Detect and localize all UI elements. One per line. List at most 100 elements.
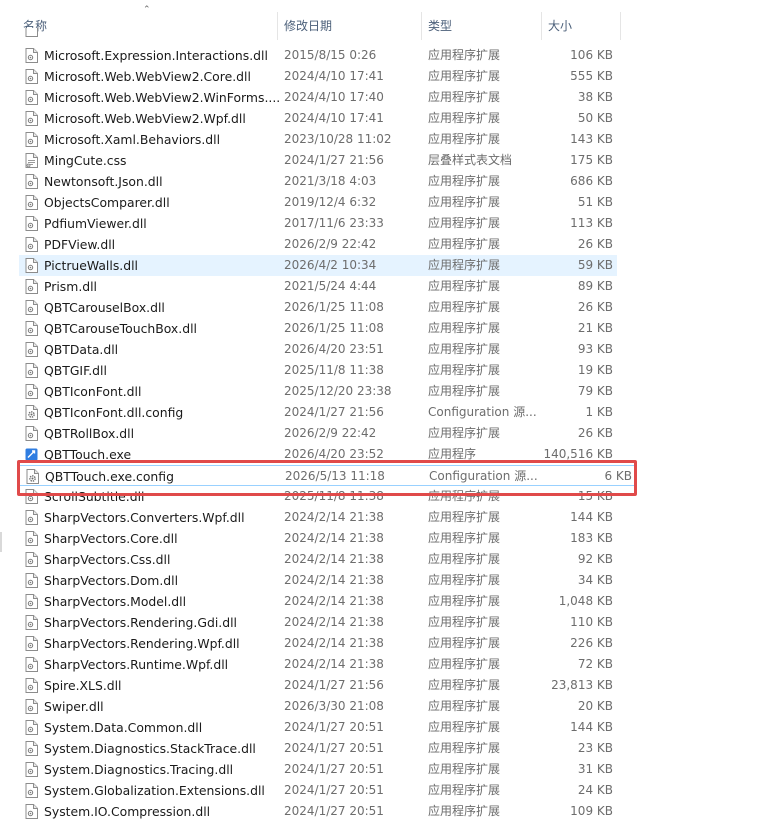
file-type: 应用程序扩展 (428, 174, 501, 188)
file-size: 6 KB (604, 469, 632, 483)
dll-file-icon (25, 195, 38, 210)
file-type: 应用程序扩展 (428, 636, 501, 650)
file-row[interactable]: SharpVectors.Dom.dll 2024/2/14 21:38 应用程序扩… (19, 570, 617, 591)
modified-date: 2024/1/27 20:51 (284, 720, 384, 734)
file-size: 38 KB (577, 90, 613, 104)
file-size: 79 KB (577, 384, 613, 398)
file-type: Configuration 源... (429, 469, 538, 483)
file-type: 应用程序扩展 (428, 489, 501, 503)
file-row[interactable]: Microsoft.Expression.Interactions.dll 201… (19, 45, 617, 66)
file-size: 31 KB (577, 762, 613, 776)
file-row[interactable]: Spire.XLS.dll 2024/1/27 21:56 应用程序扩展 23,813… (19, 675, 617, 696)
file-name: PictrueWalls.dll (44, 258, 138, 273)
file-row[interactable]: QBTTouch.exe.config 2026/5/13 11:18 Config… (19, 465, 637, 486)
file-row[interactable]: PictrueWalls.dll 2026/4/2 10:34 应用程序扩展 59 K… (19, 255, 617, 276)
file-size: 50 KB (577, 111, 613, 125)
file-row[interactable]: Microsoft.Xaml.Behaviors.dll 2023/10/28 1… (19, 129, 617, 150)
file-type: 应用程序扩展 (428, 48, 501, 62)
modified-date: 2024/2/14 21:38 (284, 531, 384, 545)
file-row[interactable]: PdfiumViewer.dll 2017/11/6 23:33 应用程序扩展 113… (19, 213, 617, 234)
file-row[interactable]: Microsoft.Web.WebView2.Core.dll 2024/4/10… (19, 66, 617, 87)
file-row[interactable]: ScrollSubtitle.dll 2025/11/8 11:38 应用程序扩展 1… (19, 486, 617, 507)
file-row[interactable]: QBTCarouselBox.dll 2026/1/25 11:08 应用程序扩展 2… (19, 297, 617, 318)
file-row[interactable]: Microsoft.Web.WebView2.WinForms.... 2024/… (19, 87, 617, 108)
file-row[interactable]: PDFView.dll 2026/2/9 22:42 应用程序扩展 26 KB (19, 234, 617, 255)
file-row[interactable]: QBTCarouseTouchBox.dll 2026/1/25 11:08 应用程… (19, 318, 617, 339)
file-size: 110 KB (570, 615, 613, 629)
file-name: Prism.dll (44, 279, 98, 294)
file-row[interactable]: Newtonsoft.Json.dll 2021/3/18 4:03 应用程序扩展 6… (19, 171, 617, 192)
dll-file-icon (25, 90, 38, 105)
file-type: 应用程序扩展 (428, 531, 501, 545)
modified-date: 2024/1/27 20:51 (284, 804, 384, 818)
dll-file-icon (25, 657, 38, 672)
file-row[interactable]: QBTData.dll 2026/4/20 23:51 应用程序扩展 93 KB (19, 339, 617, 360)
file-size: 15 KB (577, 489, 613, 503)
file-row[interactable]: SharpVectors.Model.dll 2024/2/14 21:38 应用程… (19, 591, 617, 612)
file-name: PDFView.dll (44, 237, 116, 252)
file-name: SharpVectors.Rendering.Gdi.dll (44, 615, 237, 630)
file-name: ScrollSubtitle.dll (44, 489, 145, 504)
modified-date: 2026/4/20 23:52 (284, 447, 384, 461)
file-row[interactable]: QBTTouch.exe 2026/4/20 23:52 应用程序 140,516 K… (19, 444, 617, 465)
file-type: 应用程序扩展 (428, 699, 501, 713)
file-row[interactable]: Microsoft.Web.WebView2.Wpf.dll 2024/4/10 … (19, 108, 617, 129)
file-row[interactable]: QBTGIF.dll 2025/11/8 11:38 应用程序扩展 19 KB (19, 360, 617, 381)
file-name: ObjectsComparer.dll (44, 195, 170, 210)
file-row[interactable]: SharpVectors.Core.dll 2024/2/14 21:38 应用程序… (19, 528, 617, 549)
file-name: SharpVectors.Css.dll (44, 552, 171, 567)
file-row[interactable]: ObjectsComparer.dll 2019/12/4 6:32 应用程序扩展 5… (19, 192, 617, 213)
dll-file-icon (25, 531, 38, 546)
file-name: SharpVectors.Rendering.Wpf.dll (44, 636, 240, 651)
file-row[interactable]: QBTRollBox.dll 2026/2/9 22:42 应用程序扩展 26 KB (19, 423, 617, 444)
file-row[interactable]: SharpVectors.Converters.Wpf.dll 2024/2/14… (19, 507, 617, 528)
partially-visible-row (19, 28, 617, 40)
file-row[interactable]: SharpVectors.Rendering.Wpf.dll 2024/2/14 … (19, 633, 617, 654)
exe-app-icon (25, 448, 38, 461)
file-row[interactable]: System.Diagnostics.StackTrace.dll 2024/1/… (19, 738, 617, 759)
modified-date: 2024/2/14 21:38 (284, 636, 384, 650)
modified-date: 2026/5/13 11:18 (285, 469, 385, 483)
file-type: 应用程序扩展 (428, 111, 501, 125)
file-name: QBTData.dll (44, 342, 119, 357)
modified-date: 2025/11/8 11:38 (284, 489, 384, 503)
modified-date: 2024/2/14 21:38 (284, 657, 384, 671)
file-row[interactable]: Prism.dll 2021/5/24 4:44 应用程序扩展 89 KB (19, 276, 617, 297)
dll-file-icon (25, 174, 38, 189)
file-size: 144 KB (570, 510, 613, 524)
file-type: 应用程序扩展 (428, 132, 501, 146)
file-row[interactable]: System.Diagnostics.Tracing.dll 2024/1/27 … (19, 759, 617, 780)
file-type: 应用程序扩展 (428, 69, 501, 83)
file-row[interactable]: MingCute.css 2024/1/27 21:56 层叠样式表文档 175 KB (19, 150, 617, 171)
file-name: Microsoft.Xaml.Behaviors.dll (44, 132, 221, 147)
file-name: System.Diagnostics.Tracing.dll (44, 762, 234, 777)
file-size: 21 KB (577, 321, 613, 335)
file-type: 应用程序扩展 (428, 300, 501, 314)
file-row[interactable]: QBTIconFont.dll 2025/12/20 23:38 应用程序扩展 79 … (19, 381, 617, 402)
file-row[interactable]: Swiper.dll 2026/3/30 21:08 应用程序扩展 20 KB (19, 696, 617, 717)
file-size: 23 KB (577, 741, 613, 755)
file-type: 应用程序扩展 (428, 384, 501, 398)
file-row[interactable]: SharpVectors.Runtime.Wpf.dll 2024/2/14 21… (19, 654, 617, 675)
file-type: 层叠样式表文档 (428, 153, 513, 167)
dll-file-icon (25, 615, 38, 630)
file-row[interactable]: System.Globalization.Extensions.dll 2024/… (19, 780, 617, 801)
file-row[interactable]: System.IO.Compression.dll 2024/1/27 20:51… (19, 801, 617, 822)
dll-file-icon (25, 783, 38, 798)
file-size: 143 KB (570, 132, 613, 146)
file-size: 92 KB (577, 552, 613, 566)
file-type: 应用程序扩展 (428, 741, 501, 755)
dll-file-icon (25, 132, 38, 147)
scrollbar-mark[interactable] (0, 532, 2, 552)
file-row[interactable]: System.Data.Common.dll 2024/1/27 20:51 应用程… (19, 717, 617, 738)
file-size: 183 KB (570, 531, 613, 545)
modified-date: 2025/11/8 11:38 (284, 363, 384, 377)
file-row[interactable]: SharpVectors.Rendering.Gdi.dll 2024/2/14 … (19, 612, 617, 633)
file-row[interactable]: QBTIconFont.dll.config 2024/1/27 21:56 Con… (19, 402, 617, 423)
modified-date: 2024/1/27 20:51 (284, 741, 384, 755)
column-divider[interactable] (620, 12, 621, 40)
dll-file-icon (25, 720, 38, 735)
file-name: Swiper.dll (44, 699, 104, 714)
file-row[interactable]: SharpVectors.Css.dll 2024/2/14 21:38 应用程序扩… (19, 549, 617, 570)
dll-file-icon (25, 699, 38, 714)
